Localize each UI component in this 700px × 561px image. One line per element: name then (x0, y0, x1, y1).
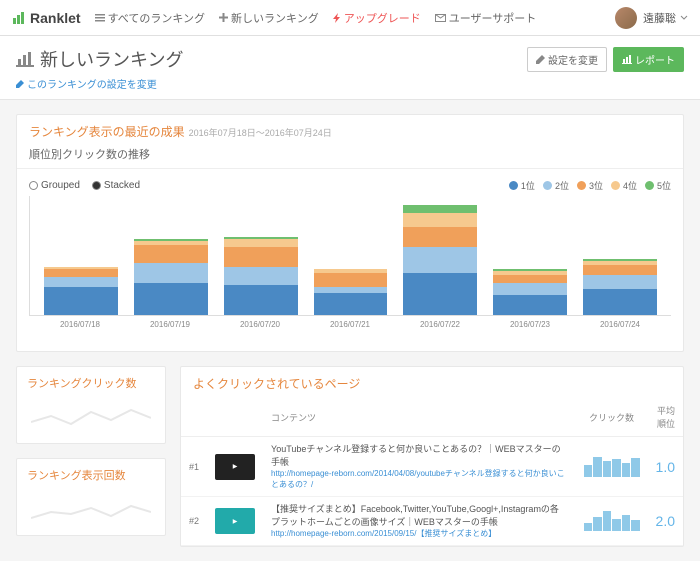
chevron-down-icon (680, 15, 688, 21)
nav-all-rankings[interactable]: すべてのランキング (95, 10, 205, 26)
rank-cell: #1 (181, 437, 207, 497)
bar-column (583, 259, 657, 315)
nav-new-ranking[interactable]: 新しいランキング (219, 10, 319, 26)
bolt-icon (333, 13, 341, 23)
x-label: 2016/07/21 (313, 320, 387, 329)
chart-legend: 1位 2位 3位 4位 5位 (501, 179, 671, 192)
page-title-cell: 【推奨サイズまとめ】Facebook,Twitter,YouTube,Googl… (271, 503, 568, 528)
pages-panel: よくクリックされているページ コンテンツ クリック数 平均順位 #1▶YouTu… (180, 366, 684, 547)
x-label: 2016/07/20 (223, 320, 297, 329)
thumbnail: ▶ (215, 454, 255, 480)
x-label: 2016/07/18 (43, 320, 117, 329)
mode-stacked[interactable]: Stacked (92, 180, 140, 191)
spark-clicks (584, 457, 640, 477)
nav-support[interactable]: ユーザーサポート (435, 10, 537, 26)
mode-grouped[interactable]: Grouped (29, 180, 80, 191)
legend-item: 2位 (543, 179, 569, 192)
mail-icon (435, 14, 446, 22)
stacked-bar-chart: 2016/07/18 2016/07/19 2016/07/20 2016/07/21… (29, 196, 671, 341)
bar-column (314, 269, 388, 315)
bar-column (44, 267, 118, 315)
legend-item: 1位 (509, 179, 535, 192)
table-row[interactable]: #2 ▶ 【推奨サイズまとめ】Facebook,Twitter,YouTube,Go… (181, 497, 683, 546)
edit-settings-button[interactable]: 設定を変更 (527, 47, 607, 72)
legend-item: 4位 (611, 179, 637, 192)
clicks-card: ランキングクリック数 (16, 366, 166, 444)
bars-icon (16, 51, 34, 67)
user-menu[interactable]: 遠藤聡 (615, 7, 688, 29)
table-row[interactable]: #1 ▶ YouTubeチャンネル登録すると何か良いことあるの？｜WEBマスターの手… (181, 437, 683, 497)
bar-column (134, 239, 208, 315)
th-content: コンテンツ (263, 398, 576, 437)
pages-table: コンテンツ クリック数 平均順位 #1 ▶ YouTubeチャンネル登録すると何か良… (181, 398, 683, 546)
avg-rank: 2.0 (648, 497, 683, 546)
sparkline-placeholder (31, 402, 151, 436)
page-title-cell: YouTubeチャンネル登録すると何か良いことあるの？｜WEBマスターの手帳 (271, 443, 568, 468)
x-label: 2016/07/24 (583, 320, 657, 329)
page-url: http://homepage-reborn.com/2014/04/08/yo… (271, 468, 568, 490)
section-heading: ランキング表示の最近の成果2016年07月18日～2016年07月24日 (17, 115, 683, 140)
rank-cell: #2 (181, 497, 207, 546)
x-label: 2016/07/22 (403, 320, 477, 329)
page-header: 新しいランキング 設定を変更 レポート このランキングの設定を変更 (0, 36, 700, 100)
chart-title: 順位別クリック数の推移 (17, 140, 683, 169)
legend-item: 3位 (577, 179, 603, 192)
x-label: 2016/07/23 (493, 320, 567, 329)
report-button[interactable]: レポート (613, 47, 684, 72)
x-label: 2016/07/19 (133, 320, 207, 329)
pencil-icon (16, 80, 24, 88)
bar-column (493, 269, 567, 315)
avg-rank: 1.0 (648, 437, 683, 497)
bar-column (224, 237, 298, 315)
impressions-card: ランキング表示回数 (16, 458, 166, 536)
pencil-icon (536, 55, 545, 64)
spark-clicks (584, 511, 640, 531)
page-title: 新しいランキング (16, 46, 183, 72)
legend-item: 5位 (645, 179, 671, 192)
page-url: http://homepage-reborn.com/2015/09/15/【推… (271, 528, 568, 539)
plus-icon (219, 13, 228, 22)
list-icon (95, 13, 105, 23)
th-clicks: クリック数 (576, 398, 648, 437)
th-avg: 平均順位 (648, 398, 683, 437)
nav-upgrade[interactable]: アップグレード (333, 10, 421, 26)
chart-icon (622, 55, 632, 64)
sparkline-placeholder (31, 494, 151, 528)
chart-icon (12, 11, 26, 25)
chart-panel: ランキング表示の最近の成果2016年07月18日～2016年07月24日 順位別… (16, 114, 684, 352)
bar-column (403, 205, 477, 315)
edit-ranking-link[interactable]: このランキングの設定を変更 (16, 76, 684, 91)
avatar (615, 7, 637, 29)
logo[interactable]: Ranklet (12, 10, 81, 26)
top-nav: Ranklet すべてのランキング 新しいランキング アップグレード ユーザーサ… (0, 0, 700, 36)
thumbnail: ▶ (215, 508, 255, 534)
